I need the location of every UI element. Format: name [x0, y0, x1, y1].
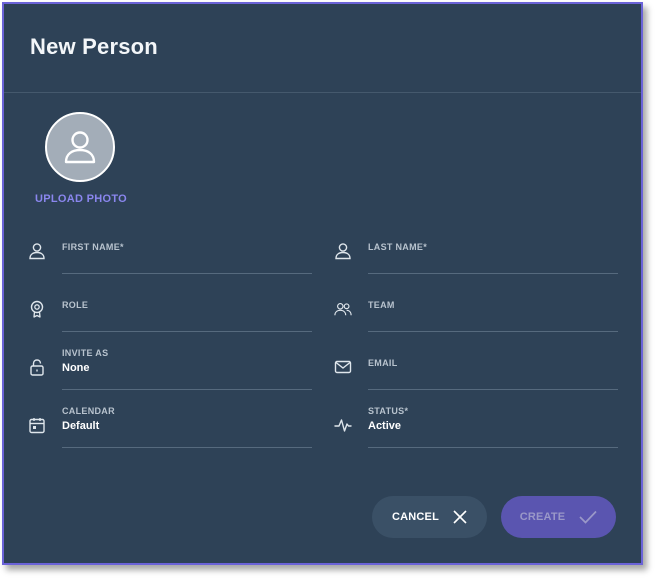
- create-button[interactable]: CREATE: [501, 496, 616, 538]
- status-value: Active: [368, 420, 402, 432]
- cancel-button[interactable]: CANCEL: [372, 496, 487, 538]
- calendar-icon: [29, 418, 45, 434]
- first-name-label: FIRST NAME*: [62, 242, 124, 252]
- status-field[interactable]: STATUS* Active: [334, 402, 618, 448]
- role-label: ROLE: [62, 300, 89, 310]
- invite-as-label: INVITE AS: [62, 348, 109, 358]
- calendar-field[interactable]: CALENDAR Default: [29, 402, 312, 448]
- calendar-underline: [62, 447, 312, 448]
- user-icon: [64, 131, 96, 164]
- last-name-field[interactable]: LAST NAME*: [335, 228, 618, 274]
- new-person-dialog: New Person UPLOAD PHOTO FIRST NAME* LAST…: [2, 2, 643, 565]
- cancel-button-label: CANCEL: [391, 511, 440, 523]
- role-field[interactable]: ROLE: [30, 286, 312, 332]
- user-icon: [335, 243, 351, 260]
- email-label: EMAIL: [368, 358, 398, 368]
- activity-icon: [334, 419, 352, 432]
- invite-as-underline: [62, 389, 312, 390]
- close-icon: [453, 510, 467, 524]
- last-name-underline: [368, 273, 618, 274]
- status-label: STATUS*: [368, 406, 409, 416]
- role-badge-icon: [30, 300, 44, 318]
- lock-icon: [30, 359, 44, 376]
- email-field[interactable]: EMAIL: [334, 344, 618, 390]
- invite-as-value: None: [62, 362, 90, 374]
- header-divider: [4, 92, 641, 93]
- user-icon: [29, 243, 45, 260]
- envelope-icon: [334, 360, 352, 374]
- first-name-field[interactable]: FIRST NAME*: [29, 228, 312, 274]
- last-name-label: LAST NAME*: [368, 242, 427, 252]
- upload-photo-link[interactable]: UPLOAD PHOTO: [35, 193, 127, 205]
- team-underline: [368, 331, 618, 332]
- avatar-placeholder[interactable]: [45, 112, 115, 182]
- dialog-title: New Person: [30, 34, 158, 59]
- team-icon: [334, 303, 352, 316]
- calendar-value: Default: [62, 420, 100, 432]
- status-underline: [368, 447, 618, 448]
- team-field[interactable]: TEAM: [334, 286, 618, 332]
- first-name-underline: [62, 273, 312, 274]
- team-label: TEAM: [368, 300, 395, 310]
- email-underline: [368, 389, 618, 390]
- invite-as-field[interactable]: INVITE AS None: [30, 344, 312, 390]
- create-button-label: CREATE: [519, 511, 566, 523]
- calendar-label: CALENDAR: [62, 406, 115, 416]
- role-underline: [62, 331, 312, 332]
- checkmark-icon: [579, 510, 597, 524]
